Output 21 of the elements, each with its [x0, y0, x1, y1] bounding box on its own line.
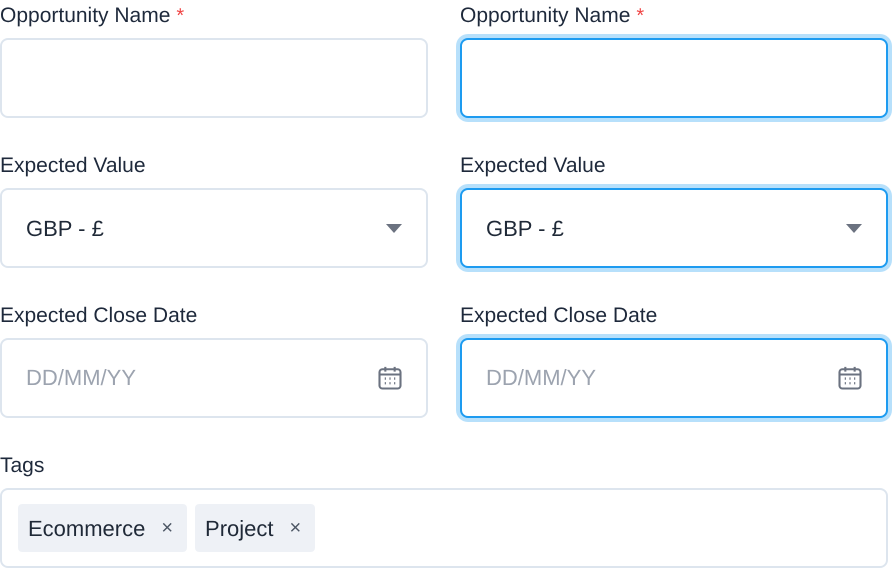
field-label: Opportunity Name: [460, 3, 630, 29]
text-field[interactable]: [460, 38, 888, 118]
calendar-icon: [376, 364, 404, 392]
tag-label: Project: [205, 514, 274, 543]
field-label: Expected Close Date: [0, 303, 198, 329]
currency-select[interactable]: GBP - £: [0, 188, 428, 268]
calendar-icon: [836, 364, 864, 392]
required-mark: *: [636, 4, 644, 29]
required-mark: *: [176, 4, 184, 29]
caret-icon: [386, 224, 402, 232]
field-label: Expected Close Date: [460, 303, 658, 329]
field-label: Expected Value: [0, 153, 146, 179]
field-label: Opportunity Name: [0, 3, 170, 29]
tags-field[interactable]: Ecommerce × Project ×: [0, 488, 888, 568]
date-field[interactable]: DD/MM/YY: [460, 338, 888, 418]
field-label: Expected Value: [460, 153, 606, 179]
field-label: Tags: [0, 453, 46, 479]
remove-tag-button[interactable]: ×: [161, 513, 174, 543]
tag-label: Ecommerce: [28, 514, 146, 542]
remove-tag-button[interactable]: ×: [290, 513, 302, 543]
caret-icon: [846, 224, 862, 232]
